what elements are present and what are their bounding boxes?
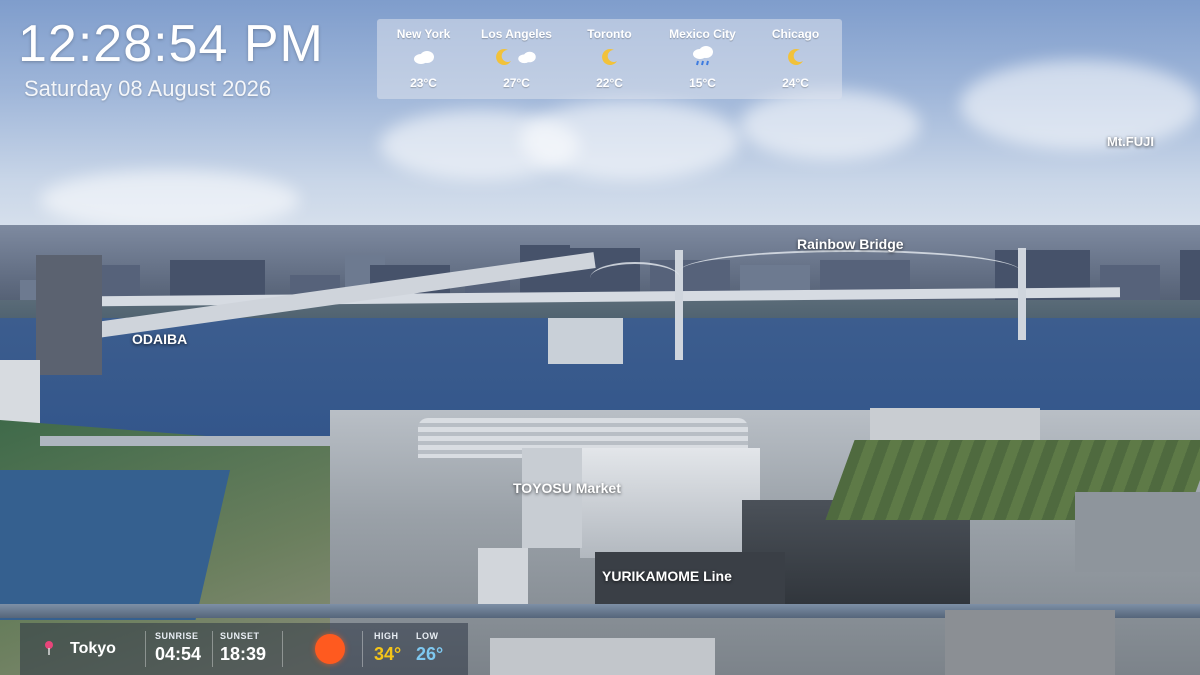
- sunrise-label: SUNRISE: [155, 631, 199, 641]
- high-temp-block: HIGH 34°: [374, 631, 401, 665]
- sunrise-time: 04:54: [155, 644, 202, 664]
- odaiba-tower: [36, 255, 102, 375]
- city-name: Los Angeles: [481, 27, 552, 41]
- cloud: [40, 170, 300, 230]
- high-label: HIGH: [374, 631, 399, 641]
- bridge-cable: [590, 262, 680, 294]
- city-name: Mexico City: [669, 27, 736, 41]
- city-name: New York: [396, 27, 451, 41]
- label-odaiba: ODAIBA: [132, 331, 188, 347]
- weather-city-chicago: Chicago 24°C: [751, 27, 841, 90]
- high-temp: 34°: [374, 644, 402, 664]
- sunset-block: SUNSET 18:39: [220, 631, 266, 665]
- low-temp-block: LOW 26°: [416, 631, 443, 665]
- local-weather-bar: Tokyo SUNRISE 04:54 SUNSET 18:39 HIGH 34…: [20, 623, 468, 675]
- building: [945, 610, 1115, 675]
- market-building: [580, 448, 760, 558]
- building: [490, 638, 715, 675]
- cloud: [520, 100, 740, 180]
- label-mt-fuji: Mt.FUJI: [1107, 134, 1154, 149]
- divider: [145, 631, 146, 667]
- city-temp: 27°C: [503, 76, 530, 90]
- city-temp: 22°C: [596, 76, 623, 90]
- bridge-tower: [1018, 248, 1026, 340]
- weather-city-mexico-city: Mexico City 15°C: [658, 27, 748, 90]
- weather-city-los-angeles: Los Angeles 27°C: [472, 27, 562, 90]
- canal-water: [0, 470, 230, 620]
- local-city-name: Tokyo: [70, 640, 116, 657]
- divider: [362, 631, 363, 667]
- cloud-icon: [413, 51, 434, 64]
- building: [0, 360, 40, 430]
- low-temp: 26°: [416, 644, 444, 664]
- moon-icon: [787, 48, 803, 65]
- label-rainbow-bridge: Rainbow Bridge: [797, 236, 904, 252]
- divider: [212, 631, 213, 667]
- clock-time: 12:28:54 PM: [18, 15, 324, 73]
- moon-icon: [496, 48, 511, 65]
- bridge-anchor: [548, 318, 623, 364]
- location-pin-icon: [45, 641, 53, 655]
- building: [1075, 492, 1200, 572]
- city-name: Chicago: [771, 27, 820, 41]
- clock-date: Saturday 08 August 2026: [24, 76, 272, 101]
- building: [478, 548, 528, 610]
- city-name: Toronto: [587, 27, 632, 41]
- weather-city-new-york: New York 23°C: [379, 27, 469, 90]
- sunset-label: SUNSET: [220, 631, 260, 641]
- building: [870, 408, 1040, 440]
- sunset-time: 18:39: [220, 644, 267, 664]
- cloud-icon: [518, 51, 536, 64]
- canal-bridge: [40, 436, 360, 446]
- cloud: [740, 90, 920, 160]
- city-temp: 15°C: [689, 76, 716, 90]
- moon-icon: [601, 48, 617, 65]
- city-temp: 24°C: [782, 76, 809, 90]
- rain-cloud-icon: [692, 46, 713, 66]
- bridge-cable: [680, 250, 1020, 292]
- divider: [282, 631, 283, 667]
- label-yurikamome-line: YURIKAMOME Line: [602, 568, 732, 584]
- world-weather-panel: New York 23°C Los Angeles 27°C Toronto 2…: [377, 19, 842, 99]
- label-toyosu-market: TOYOSU Market: [513, 480, 621, 496]
- market-building: [522, 448, 582, 548]
- sun-icon: [315, 634, 345, 664]
- weather-city-toronto: Toronto 22°C: [565, 27, 655, 90]
- sunrise-block: SUNRISE 04:54: [155, 631, 201, 665]
- low-label: LOW: [416, 631, 439, 641]
- city-temp: 23°C: [410, 76, 437, 90]
- cloud: [960, 60, 1200, 150]
